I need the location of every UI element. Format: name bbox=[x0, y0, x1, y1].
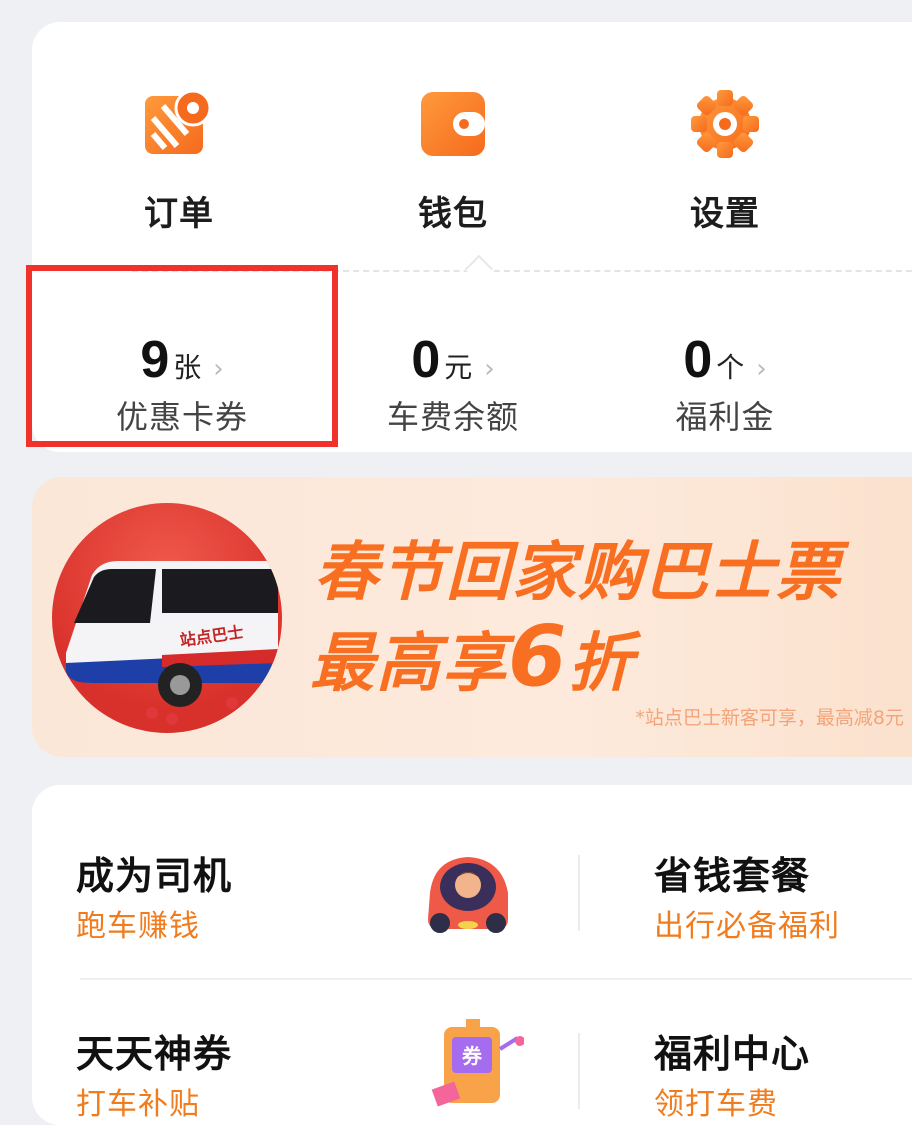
quick-action-orders[interactable]: 订单 bbox=[104, 88, 254, 235]
welfare-gold-unit: 个 bbox=[716, 351, 745, 384]
welfare-center-title: 福利中心 bbox=[654, 1032, 811, 1076]
daily-coupons-title: 天天神券 bbox=[76, 1032, 233, 1076]
chevron-right-icon: › bbox=[484, 354, 495, 384]
services-card: 成为司机 跑车赚钱 省钱套餐 出行必备福利 天天神券 打车补贴 券 福利中心 领… bbox=[32, 785, 912, 1125]
service-divider bbox=[578, 855, 580, 931]
banner-line2-suffix: 折 bbox=[568, 627, 635, 701]
quick-action-wallet[interactable]: 钱包 bbox=[378, 88, 528, 235]
highlight-box bbox=[26, 265, 338, 447]
coupon-machine-text: 券 bbox=[461, 1044, 483, 1068]
saving-package-title: 省钱套餐 bbox=[654, 854, 811, 898]
driver-car-icon bbox=[428, 857, 508, 933]
orders-label: 订单 bbox=[144, 194, 214, 234]
divider-notch bbox=[464, 254, 494, 284]
wallet-label: 钱包 bbox=[418, 194, 488, 234]
welfare-gold-label: 福利金 bbox=[675, 398, 775, 436]
service-row-divider bbox=[80, 978, 912, 980]
welfare-gold-value: 0 bbox=[683, 331, 713, 389]
fare-balance-value: 0 bbox=[411, 331, 441, 389]
banner-footnote: *站点巴士新客可享，最高减8元 bbox=[635, 707, 904, 729]
gear-icon bbox=[691, 90, 759, 158]
bus-illustration: 站点巴士 bbox=[52, 503, 282, 733]
quick-action-settings[interactable]: 设置 bbox=[650, 88, 800, 235]
wallet-icon bbox=[421, 92, 485, 156]
become-driver-title: 成为司机 bbox=[76, 854, 233, 898]
become-driver-subtitle: 跑车赚钱 bbox=[76, 909, 200, 944]
promo-banner[interactable]: 站点巴士 春节回家购巴士票 最高享6折 *站点巴士新客可享，最高减8元 bbox=[32, 477, 912, 757]
welfare-center-subtitle: 领打车费 bbox=[654, 1087, 778, 1122]
chevron-right-icon: › bbox=[756, 354, 767, 384]
daily-coupons-subtitle: 打车补贴 bbox=[76, 1087, 200, 1122]
banner-subheadline: 最高享6折 bbox=[310, 607, 634, 705]
banner-discount-number: 6 bbox=[508, 607, 569, 705]
banner-headline: 春节回家购巴士票 bbox=[314, 536, 842, 610]
service-divider bbox=[578, 1033, 580, 1109]
stat-fare-balance[interactable]: 0 元 › 车费余额 bbox=[333, 330, 573, 438]
settings-label: 设置 bbox=[690, 194, 760, 234]
saving-package-subtitle: 出行必备福利 bbox=[654, 909, 840, 944]
stat-welfare-gold[interactable]: 0 个 › 福利金 bbox=[605, 330, 845, 438]
fare-balance-label: 车费余额 bbox=[386, 398, 519, 436]
fare-balance-unit: 元 bbox=[444, 351, 473, 384]
bus-icon: 站点巴士 bbox=[66, 561, 278, 725]
coupon-machine-icon: 券 bbox=[431, 1019, 524, 1107]
banner-line2-prefix: 最高享 bbox=[310, 627, 508, 701]
order-map-icon bbox=[145, 89, 212, 154]
